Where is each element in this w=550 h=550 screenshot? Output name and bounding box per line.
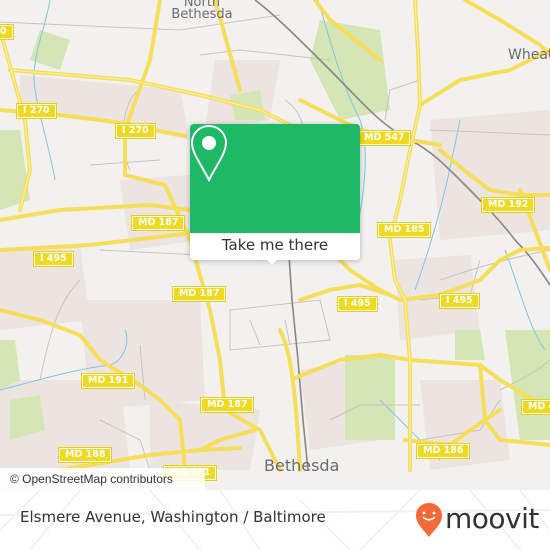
footer-bar: Elsmere Avenue, Washington / Baltimore m… bbox=[0, 490, 550, 550]
residential-areas bbox=[0, 60, 550, 470]
road-shield-md187: MD 187 bbox=[130, 215, 186, 231]
road-shield-md187: MD 187 bbox=[171, 286, 227, 302]
place-label-bethesda: Bethesda bbox=[264, 456, 340, 475]
location-title: Elsmere Avenue, Washington / Baltimore bbox=[20, 508, 326, 526]
road-shield-i495: I 495 bbox=[33, 251, 74, 267]
popup-header bbox=[190, 124, 360, 233]
take-me-there-button[interactable]: Take me there bbox=[190, 233, 360, 260]
road-shield-md192: MD 192 bbox=[480, 197, 536, 213]
road-shield-i270: I 270 bbox=[16, 103, 57, 119]
road-shield-md191: MD 191 bbox=[80, 373, 136, 389]
location-popup: Take me there bbox=[190, 124, 360, 265]
moovit-wordmark: moovit bbox=[445, 502, 539, 535]
road-shield-md355: 0 bbox=[0, 24, 14, 40]
map-pin-icon bbox=[190, 124, 228, 182]
road-shield-md547: MD 547 bbox=[356, 130, 412, 146]
map-attribution[interactable]: © OpenStreetMap contributors bbox=[0, 468, 205, 490]
road-shield-md185: MD 185 bbox=[376, 222, 432, 238]
map-canvas[interactable]: North Bethesda Wheato Bethesda I 270 I 2… bbox=[0, 0, 550, 490]
popup-pointer bbox=[265, 258, 279, 265]
moovit-pin-icon bbox=[416, 503, 442, 537]
road-shield-md188: MD 188 bbox=[57, 447, 113, 463]
place-label-wheaton: Wheato bbox=[508, 47, 550, 63]
road-shield-md410: MD 4 bbox=[520, 399, 550, 415]
road-shield-md187: MD 187 bbox=[199, 397, 255, 413]
road-shield-i495: I 495 bbox=[337, 296, 378, 312]
road-shield-i270: I 270 bbox=[115, 123, 156, 139]
road-shield-i495: I 495 bbox=[439, 293, 480, 309]
place-label-north-bethesda: North Bethesda bbox=[171, 0, 233, 22]
road-shield-md186: MD 186 bbox=[415, 443, 471, 459]
